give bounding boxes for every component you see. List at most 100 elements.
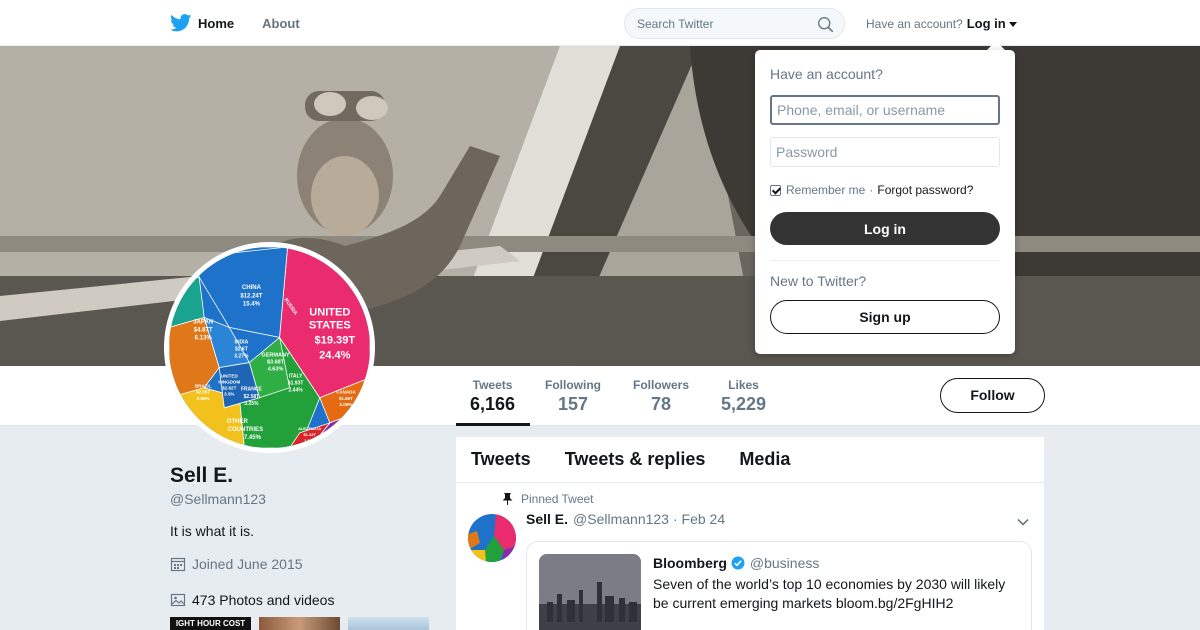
active-stat-indicator bbox=[456, 423, 530, 426]
stat-followers[interactable]: Followers 78 bbox=[633, 378, 689, 415]
avatar-label-china-pct: 15.4% bbox=[243, 301, 261, 307]
quoted-tweet-image bbox=[539, 554, 641, 630]
tweet-author-name[interactable]: Sell E. bbox=[526, 511, 568, 527]
avatar-label-uk-pct: 3.3% bbox=[224, 392, 234, 397]
stat-tweets-value: 6,166 bbox=[470, 394, 516, 414]
tweet-author-handle[interactable]: @Sellmann123 bbox=[573, 511, 669, 527]
avatar-label-japan-value: $4.87T bbox=[194, 327, 213, 333]
media-thumbnail-3[interactable] bbox=[348, 617, 429, 630]
login-button[interactable]: Log in bbox=[770, 212, 1000, 245]
nav-home-link[interactable]: Home bbox=[170, 14, 234, 32]
signup-button[interactable]: Sign up bbox=[770, 300, 1000, 334]
avatar-label-france: FRANCE bbox=[241, 387, 263, 393]
avatar-label-france-pct: 3.25% bbox=[244, 401, 259, 407]
remember-me-label[interactable]: Remember me bbox=[786, 183, 865, 197]
separator-dot: · bbox=[869, 183, 874, 197]
pin-icon bbox=[502, 493, 513, 505]
profile-handle[interactable]: @Sellmann123 bbox=[170, 491, 266, 507]
media-thumbnail-1[interactable]: IGHT HOUR COST bbox=[170, 617, 251, 630]
profile-joined-text: Joined June 2015 bbox=[192, 556, 303, 572]
avatar-label-other-1: OTHER bbox=[227, 419, 249, 425]
avatar-label-canada-pct: 2.08% bbox=[339, 402, 352, 407]
avatar-label-italy-pct: 2.44% bbox=[289, 388, 304, 394]
stat-followers-label: Followers bbox=[633, 378, 690, 392]
avatar-label-germany-value: $3.68T bbox=[267, 360, 285, 366]
stat-tweets-label: Tweets bbox=[472, 378, 513, 392]
avatar-label-india: INDIA bbox=[235, 339, 249, 345]
nav-about-link[interactable]: About bbox=[262, 16, 300, 31]
avatar-label-japan: JAPAN bbox=[193, 319, 213, 325]
avatar-label-germany-pct: 4.63% bbox=[268, 367, 284, 373]
new-to-twitter-prompt: New to Twitter? bbox=[770, 273, 867, 289]
chevron-down-icon[interactable] bbox=[1016, 515, 1030, 529]
chevron-down-icon bbox=[1008, 21, 1017, 27]
tweet-header: Sell E. @Sellmann123 · Feb 24 bbox=[526, 511, 725, 527]
media-thumbnail-1-text: IGHT HOUR COST bbox=[175, 619, 246, 628]
quoted-tweet-card[interactable]: Bloomberg @business Seven of the world’s… bbox=[526, 541, 1032, 630]
pinned-tweet-label: Pinned Tweet bbox=[521, 492, 594, 506]
follow-button[interactable]: Follow bbox=[940, 378, 1045, 413]
avatar-label-china: CHINA bbox=[242, 285, 262, 291]
avatar-label-italy-value: $1.93T bbox=[288, 381, 305, 387]
photos-and-videos-link[interactable]: 473 Photos and videos bbox=[170, 592, 334, 608]
avatar-label-canada-value: $1.65T bbox=[339, 396, 353, 401]
photos-and-videos-label: 473 Photos and videos bbox=[192, 592, 335, 608]
quoted-author-name[interactable]: Bloomberg bbox=[653, 555, 727, 571]
username-input[interactable] bbox=[770, 95, 1000, 125]
login-link[interactable]: Log in bbox=[967, 16, 1006, 31]
stat-following-value: 157 bbox=[557, 394, 589, 414]
tweet-author-avatar[interactable] bbox=[468, 514, 516, 562]
avatar-label-uk-value: $2.62T bbox=[222, 386, 236, 391]
stat-following-label: Following bbox=[545, 378, 601, 392]
avatar-label-us-pct: 24.4% bbox=[319, 350, 351, 362]
quoted-tweet-text: Seven of the world’s top 10 economies by… bbox=[653, 576, 1006, 611]
avatar-label-australia: AUSTRALIA bbox=[298, 426, 321, 431]
account-prompt: Have an account? bbox=[866, 16, 963, 31]
login-dropdown: Have an account? Remember me · Forgot pa… bbox=[755, 50, 1015, 354]
login-menu-toggle[interactable]: Have an account? Log in bbox=[866, 16, 1017, 31]
login-dropdown-title: Have an account? bbox=[770, 66, 883, 82]
avatar-label-australia-value: $1.32T bbox=[303, 432, 316, 437]
quoted-author-handle[interactable]: @business bbox=[750, 555, 819, 571]
city-skyline-image bbox=[539, 554, 641, 630]
tweet-avatar-image bbox=[468, 514, 516, 562]
stat-tweets[interactable]: Tweets 6,166 bbox=[470, 378, 515, 415]
search-icon[interactable] bbox=[817, 16, 834, 33]
avatar-label-us-1: UNITED bbox=[309, 306, 350, 318]
avatar-label-japan-pct: 6.13% bbox=[195, 335, 213, 341]
remember-me-row: Remember me · Forgot password? bbox=[770, 183, 973, 197]
avatar-label-india-value: $2.6T bbox=[235, 347, 249, 353]
stat-likes-label: Likes bbox=[728, 378, 759, 392]
twitter-bird-icon bbox=[170, 14, 192, 32]
media-thumbnail-2[interactable] bbox=[259, 617, 340, 630]
dropdown-arrow bbox=[987, 41, 1005, 50]
avatar-label-uk-1: UNITED bbox=[221, 374, 239, 379]
profile-name[interactable]: Sell E. bbox=[170, 464, 233, 488]
pinned-tweet-indicator: Pinned Tweet bbox=[502, 492, 594, 506]
top-navigation-bar: Home About Search Twitter Have an accoun… bbox=[0, 0, 1200, 46]
tab-media[interactable]: Media bbox=[739, 449, 790, 470]
tab-tweets[interactable]: Tweets bbox=[471, 449, 531, 470]
avatar-label-brazil-value: $2.05T bbox=[196, 390, 210, 395]
timeline-panel: Tweets Tweets & replies Media Pinned Twe… bbox=[456, 437, 1044, 630]
search-input[interactable]: Search Twitter bbox=[624, 8, 845, 39]
stat-likes[interactable]: Likes 5,229 bbox=[721, 378, 766, 415]
timeline-tabs: Tweets Tweets & replies Media bbox=[456, 437, 1044, 483]
stat-likes-value: 5,229 bbox=[721, 394, 767, 414]
tab-tweets-and-replies[interactable]: Tweets & replies bbox=[565, 449, 706, 470]
stat-following[interactable]: Following 157 bbox=[545, 378, 601, 415]
avatar-label-other-2: COUNTRIES bbox=[228, 427, 263, 433]
search-placeholder: Search Twitter bbox=[637, 17, 714, 31]
password-input[interactable] bbox=[770, 137, 1000, 167]
profile-avatar[interactable]: CHINA $12.24T 15.4% UNITED STATES $19.39… bbox=[164, 242, 375, 453]
photo-icon bbox=[170, 593, 186, 607]
tweet-date[interactable]: · Feb 24 bbox=[673, 511, 725, 527]
remember-me-checkbox[interactable] bbox=[770, 184, 781, 196]
forgot-password-link[interactable]: Forgot password? bbox=[877, 183, 973, 197]
avatar-label-brazil-pct: 2.59% bbox=[197, 396, 210, 401]
nav-home-label: Home bbox=[198, 15, 235, 31]
avatar-label-us-2: STATES bbox=[309, 319, 351, 331]
quoted-tweet-header: Bloomberg @business bbox=[653, 555, 819, 571]
nav-links: Home About bbox=[170, 0, 328, 46]
avatar-label-brazil: BRAZIL bbox=[195, 384, 212, 389]
